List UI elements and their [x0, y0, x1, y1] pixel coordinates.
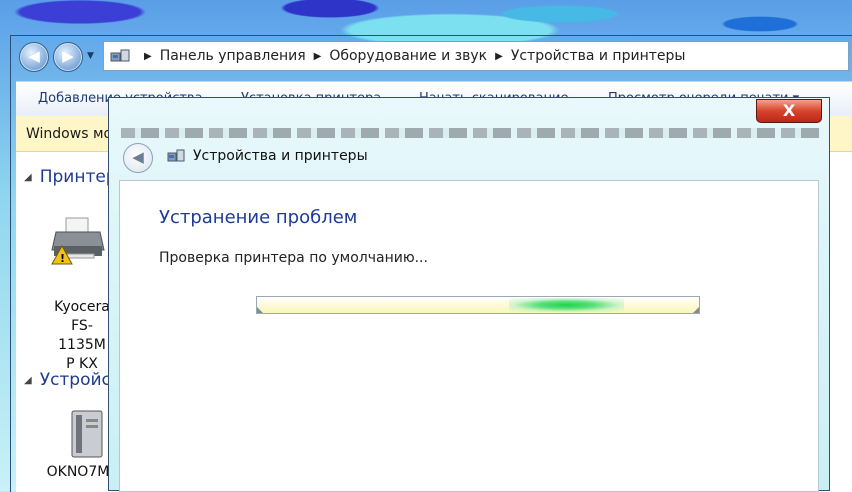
devices-group-header[interactable]: ◢ Устройст [24, 370, 121, 390]
dialog-title: Устройства и принтеры [193, 148, 368, 164]
forward-button[interactable]: ▶ [53, 42, 83, 72]
computer-device-icon[interactable] [66, 409, 108, 459]
dialog-content: Устранение проблем Проверка принтера по … [119, 180, 819, 492]
printer-label-line: FS-1135M [58, 318, 106, 353]
breadcrumb-separator-icon[interactable]: ▶ [495, 51, 503, 62]
control-panel-icon [110, 47, 130, 65]
close-button[interactable]: X [756, 99, 822, 123]
printers-group-label: Принтер [39, 167, 117, 187]
back-button[interactable]: ◀ [19, 42, 49, 72]
troubleshoot-heading: Устранение проблем [159, 207, 358, 228]
troubleshooter-dialog: X ◀ Устройства и принтеры Устранение про… [108, 97, 830, 492]
breadcrumb-hardware-sound[interactable]: Оборудование и звук [329, 48, 487, 64]
breadcrumb-separator-icon: ▶ [144, 50, 152, 62]
progress-corner [257, 307, 263, 313]
printer-device-label[interactable]: Kyocera FS-1135M P KX [48, 298, 116, 374]
svg-text:!: ! [60, 252, 65, 265]
status-text: Проверка принтера по умолчанию... [159, 250, 428, 266]
progress-corner [693, 307, 699, 313]
dialog-glass-frame [121, 128, 821, 138]
printer-device-icon[interactable]: ! [48, 216, 108, 266]
breadcrumb-control-panel[interactable]: Панель управления [160, 48, 306, 64]
printers-group-header[interactable]: ◢ Принтер [24, 167, 117, 187]
devices-printers-icon [167, 148, 185, 164]
progress-glow [509, 298, 624, 312]
progress-bar [256, 296, 700, 314]
breadcrumb-devices-printers[interactable]: Устройства и принтеры [511, 48, 686, 64]
breadcrumb-separator-icon[interactable]: ▶ [314, 51, 322, 62]
collapse-triangle-icon[interactable]: ◢ [24, 375, 32, 386]
printer-label-line: Kyocera [54, 299, 110, 315]
collapse-triangle-icon[interactable]: ◢ [24, 172, 32, 183]
address-bar[interactable]: ▶ Панель управления ▶ Оборудование и зву… [103, 41, 849, 71]
recent-pages-dropdown-icon[interactable]: ▼ [87, 51, 94, 61]
dialog-back-button[interactable]: ◀ [123, 143, 153, 173]
